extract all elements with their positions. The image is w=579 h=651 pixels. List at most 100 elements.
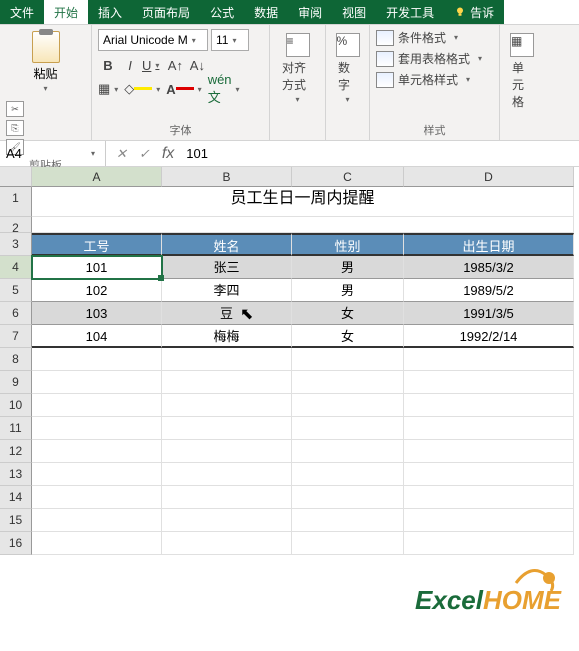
cell-B7[interactable]: 梅梅 xyxy=(162,325,292,348)
tell-me[interactable]: 告诉 xyxy=(444,0,504,24)
copy-button[interactable]: ⎘ xyxy=(6,120,24,136)
fill-color-button[interactable]: ◇▾ xyxy=(124,79,164,99)
cell-A5[interactable]: 102 xyxy=(32,279,162,302)
align-button[interactable]: ≡ 对齐方式 ▾ xyxy=(276,29,319,138)
number-button[interactable]: % 数字 ▾ xyxy=(332,29,363,138)
spreadsheet-grid[interactable]: A B C D 1 员工生日一周内提醒 2 3 工号 姓名 性别 出生日期 4 … xyxy=(0,167,579,555)
font-color-button[interactable]: A▾ xyxy=(166,79,205,99)
cell-A8[interactable] xyxy=(32,348,162,371)
row-header-13[interactable]: 13 xyxy=(0,463,32,486)
cell-A4[interactable]: 101 xyxy=(32,256,162,279)
cell-C14[interactable] xyxy=(292,486,404,509)
cell-B10[interactable] xyxy=(162,394,292,417)
name-box[interactable]: A4▾ xyxy=(0,141,106,166)
cell-style-button[interactable]: 单元格样式▾ xyxy=(376,71,493,88)
tab-file[interactable]: 文件 xyxy=(0,0,44,24)
decrease-font-button[interactable]: A↓ xyxy=(187,55,207,75)
cell-B16[interactable] xyxy=(162,532,292,555)
cell-D6[interactable]: 1991/3/5 xyxy=(404,302,574,325)
font-size-combo[interactable]: 11▾ xyxy=(211,29,249,51)
select-all-corner[interactable] xyxy=(0,167,32,187)
tab-formulas[interactable]: 公式 xyxy=(200,0,244,24)
row-header-14[interactable]: 14 xyxy=(0,486,32,509)
row-header-5[interactable]: 5 xyxy=(0,279,32,302)
cell-D14[interactable] xyxy=(404,486,574,509)
row-header-11[interactable]: 11 xyxy=(0,417,32,440)
row-header-15[interactable]: 15 xyxy=(0,509,32,532)
row-header-6[interactable]: 6 xyxy=(0,302,32,325)
cell-B15[interactable] xyxy=(162,509,292,532)
row-header-4[interactable]: 4 xyxy=(0,256,32,279)
header-name[interactable]: 姓名 xyxy=(162,233,292,256)
table-format-button[interactable]: 套用表格格式▾ xyxy=(376,50,493,67)
cell-C7[interactable]: 女 xyxy=(292,325,404,348)
phonetic-button[interactable]: wén文▾ xyxy=(208,79,244,99)
tab-view[interactable]: 视图 xyxy=(332,0,376,24)
cell-A10[interactable] xyxy=(32,394,162,417)
cell-B14[interactable] xyxy=(162,486,292,509)
cell-C8[interactable] xyxy=(292,348,404,371)
col-header-C[interactable]: C xyxy=(292,167,404,187)
cell-A6[interactable]: 103 xyxy=(32,302,162,325)
title-cell[interactable]: 员工生日一周内提醒 xyxy=(32,187,574,217)
cut-button[interactable]: ✂ xyxy=(6,101,24,117)
cell-A2[interactable] xyxy=(32,217,574,233)
cell-B6[interactable]: 豆 xyxy=(162,302,292,325)
cell-D12[interactable] xyxy=(404,440,574,463)
font-name-combo[interactable]: Arial Unicode M▾ xyxy=(98,29,208,51)
tab-developer[interactable]: 开发工具 xyxy=(376,0,444,24)
row-header-16[interactable]: 16 xyxy=(0,532,32,555)
row-header-8[interactable]: 8 xyxy=(0,348,32,371)
cell-C12[interactable] xyxy=(292,440,404,463)
tab-insert[interactable]: 插入 xyxy=(88,0,132,24)
cell-B4[interactable]: 张三 xyxy=(162,256,292,279)
cell-B13[interactable] xyxy=(162,463,292,486)
tab-home[interactable]: 开始 xyxy=(44,0,88,24)
cell-C13[interactable] xyxy=(292,463,404,486)
cell-B12[interactable] xyxy=(162,440,292,463)
cell-A16[interactable] xyxy=(32,532,162,555)
increase-font-button[interactable]: A↑ xyxy=(165,55,185,75)
cell-B11[interactable] xyxy=(162,417,292,440)
cell-C15[interactable] xyxy=(292,509,404,532)
header-dob[interactable]: 出生日期 xyxy=(404,233,574,256)
cell-C5[interactable]: 男 xyxy=(292,279,404,302)
row-header-1[interactable]: 1 xyxy=(0,187,32,217)
cell-D13[interactable] xyxy=(404,463,574,486)
header-id[interactable]: 工号 xyxy=(32,233,162,256)
cancel-formula-button[interactable]: ✕ xyxy=(116,146,127,162)
cell-C9[interactable] xyxy=(292,371,404,394)
cell-D10[interactable] xyxy=(404,394,574,417)
cell-D7[interactable]: 1992/2/14 xyxy=(404,325,574,348)
cells-button[interactable]: ▦ 单元格 xyxy=(506,29,538,138)
col-header-B[interactable]: B xyxy=(162,167,292,187)
cell-C4[interactable]: 男 xyxy=(292,256,404,279)
cell-D11[interactable] xyxy=(404,417,574,440)
cell-B5[interactable]: 李四 xyxy=(162,279,292,302)
cell-B9[interactable] xyxy=(162,371,292,394)
cell-C6[interactable]: 女 xyxy=(292,302,404,325)
row-header-9[interactable]: 9 xyxy=(0,371,32,394)
cell-A15[interactable] xyxy=(32,509,162,532)
paste-button[interactable]: 粘贴 ▾ xyxy=(6,29,85,95)
col-header-D[interactable]: D xyxy=(404,167,574,187)
row-header-7[interactable]: 7 xyxy=(0,325,32,348)
cell-A12[interactable] xyxy=(32,440,162,463)
cell-D8[interactable] xyxy=(404,348,574,371)
header-sex[interactable]: 性别 xyxy=(292,233,404,256)
row-header-10[interactable]: 10 xyxy=(0,394,32,417)
row-header-3[interactable]: 3 xyxy=(0,233,32,256)
row-header-12[interactable]: 12 xyxy=(0,440,32,463)
cell-A7[interactable]: 104 xyxy=(32,325,162,348)
border-button[interactable]: ▦▾ xyxy=(98,79,122,99)
cell-B8[interactable] xyxy=(162,348,292,371)
cell-A11[interactable] xyxy=(32,417,162,440)
cell-D15[interactable] xyxy=(404,509,574,532)
tab-data[interactable]: 数据 xyxy=(244,0,288,24)
enter-formula-button[interactable]: ✓ xyxy=(139,146,150,162)
italic-button[interactable]: I xyxy=(120,55,140,75)
cell-A13[interactable] xyxy=(32,463,162,486)
fx-icon[interactable]: fx xyxy=(162,145,174,163)
cell-D4[interactable]: 1985/3/2 xyxy=(404,256,574,279)
cell-D16[interactable] xyxy=(404,532,574,555)
